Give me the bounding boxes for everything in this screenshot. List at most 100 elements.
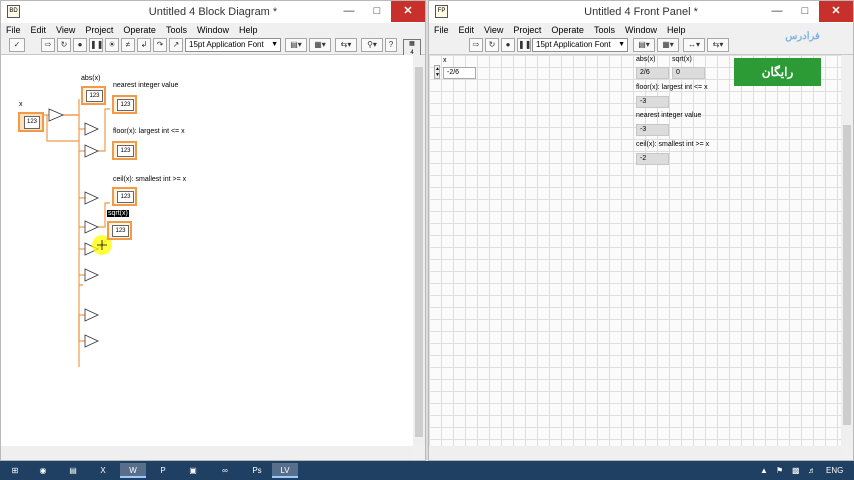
x-control[interactable]: -2/6: [443, 67, 476, 79]
run-continuously-icon[interactable]: ↻: [57, 38, 71, 52]
menu-view[interactable]: View: [51, 23, 80, 37]
distribute-objects-icon[interactable]: ▦▾: [657, 38, 679, 52]
minimize-button[interactable]: —: [335, 1, 363, 22]
vertical-scrollbar[interactable]: [413, 55, 425, 446]
menu-tools[interactable]: Tools: [589, 23, 620, 37]
scroll-thumb[interactable]: [843, 125, 851, 425]
ceil-label: ceil(x): smallest int >= x: [636, 141, 710, 148]
maximize-button[interactable]: □: [791, 1, 819, 22]
x-control-terminal[interactable]: [18, 112, 44, 132]
increment-decrement-icon[interactable]: ▲ ▼: [434, 65, 440, 79]
explorer-icon[interactable]: ▤: [60, 463, 86, 478]
menu-operate[interactable]: Operate: [118, 23, 161, 37]
maximize-button[interactable]: □: [363, 1, 391, 22]
distribute-objects-icon[interactable]: ▦▾: [309, 38, 331, 52]
reorder-icon[interactable]: ⇆▾: [707, 38, 729, 52]
powerpoint-icon[interactable]: P: [150, 463, 176, 478]
nearest-terminal[interactable]: [112, 95, 137, 114]
excel-icon[interactable]: X: [90, 463, 116, 478]
nearest-indicator: -3: [636, 124, 669, 136]
menu-edit[interactable]: Edit: [26, 23, 52, 37]
floor-terminal[interactable]: [112, 141, 137, 160]
pause-icon[interactable]: ❚❚: [89, 38, 103, 52]
checkmark-icon[interactable]: ✓: [9, 38, 25, 52]
word-icon[interactable]: W: [120, 463, 146, 478]
sqrt-label: sqrt(x): [672, 56, 692, 63]
menu-view[interactable]: View: [479, 23, 508, 37]
app-icon[interactable]: ▣: [180, 463, 206, 478]
round-node: [84, 122, 99, 136]
close-button[interactable]: ✕: [391, 1, 425, 22]
abs-label: abs(x): [636, 56, 656, 63]
pause-icon[interactable]: ❚❚: [517, 38, 531, 52]
reorder-icon[interactable]: ⇆▾: [335, 38, 357, 52]
promo-badge: رایگان: [734, 58, 821, 86]
vertical-scrollbar[interactable]: [841, 55, 853, 446]
ceil-terminal[interactable]: [112, 187, 137, 206]
font-select[interactable]: 15pt Application Font ▼: [532, 38, 628, 52]
abort-icon[interactable]: ●: [501, 38, 515, 52]
language-indicator[interactable]: ENG: [826, 464, 843, 477]
highlight-execution-icon[interactable]: ☀: [105, 38, 119, 52]
retain-wire-values-icon[interactable]: ≠: [121, 38, 135, 52]
menu-project[interactable]: Project: [508, 23, 546, 37]
step-over-icon[interactable]: ↷: [153, 38, 167, 52]
floor-label: floor(x): largest int <= x: [113, 128, 185, 135]
abort-icon[interactable]: ●: [73, 38, 87, 52]
align-objects-icon[interactable]: ▤▾: [285, 38, 307, 52]
menu-project[interactable]: Project: [80, 23, 118, 37]
block-diagram-toolbar: ✓ ⇨ ↻ ● ❚❚ ☀ ≠ ↲ ↷ ↗ 15pt Application Fo…: [1, 37, 425, 59]
labview-icon[interactable]: LV: [272, 463, 298, 478]
nearest-label: nearest integer value: [636, 112, 702, 119]
abs-label: abs(x): [81, 75, 101, 82]
network-icon[interactable]: ▩: [792, 464, 800, 477]
menu-operate[interactable]: Operate: [546, 23, 589, 37]
floor-label: floor(x): largest int <= x: [636, 84, 708, 91]
sqrt-label: sqrt(x): [107, 210, 129, 217]
block-diagram-titlebar: BD Untitled 4 Block Diagram * — □ ✕: [1, 1, 425, 23]
front-panel-canvas[interactable]: x -2/6 abs(x) 2/6 sqrt(x) 0 floor(x): la…: [429, 55, 841, 446]
flag-icon[interactable]: ⚑: [776, 464, 783, 477]
resize-objects-icon[interactable]: ↔▾: [683, 38, 705, 52]
block-diagram-canvas[interactable]: x abs(x) nearest integer value floor(x):…: [1, 55, 413, 446]
menu-window[interactable]: Window: [620, 23, 662, 37]
close-button[interactable]: ✕: [819, 1, 853, 22]
font-select-value: 15pt Application Font: [189, 40, 264, 49]
font-select[interactable]: 15pt Application Font ▼: [185, 38, 281, 52]
visualstudio-icon[interactable]: ∞: [212, 463, 238, 478]
block-diagram-window: BD Untitled 4 Block Diagram * — □ ✕ File…: [0, 0, 426, 461]
chevron-down-icon: ▼: [618, 41, 625, 48]
font-select-value: 15pt Application Font: [536, 40, 611, 49]
chrome-icon[interactable]: ◉: [30, 463, 56, 478]
run-continuously-icon[interactable]: ↻: [485, 38, 499, 52]
tray-arrow-icon[interactable]: ▲: [760, 464, 768, 477]
wire-to-node-7: [78, 285, 85, 342]
menu-help[interactable]: Help: [662, 23, 691, 37]
menu-window[interactable]: Window: [192, 23, 234, 37]
run-arrow-icon[interactable]: ⇨: [41, 38, 55, 52]
menu-file[interactable]: File: [429, 23, 454, 37]
horizontal-scrollbar[interactable]: [1, 446, 413, 460]
menu-help[interactable]: Help: [234, 23, 263, 37]
wire-neg-to-abs: [63, 99, 80, 116]
menu-file[interactable]: File: [1, 23, 26, 37]
align-objects-icon[interactable]: ▤▾: [633, 38, 655, 52]
step-into-icon[interactable]: ↲: [137, 38, 151, 52]
menu-edit[interactable]: Edit: [454, 23, 480, 37]
scroll-thumb[interactable]: [415, 67, 423, 437]
x-label: x: [19, 101, 23, 108]
sign-node: [84, 334, 99, 348]
photoshop-icon[interactable]: Ps: [244, 463, 270, 478]
search-icon[interactable]: ⚲▾: [361, 38, 383, 52]
start-icon[interactable]: ⊞: [2, 463, 28, 478]
abs-terminal[interactable]: [81, 86, 106, 105]
sqrt-terminal[interactable]: [107, 221, 132, 240]
menu-tools[interactable]: Tools: [161, 23, 192, 37]
step-out-icon[interactable]: ↗: [169, 38, 183, 52]
run-arrow-icon[interactable]: ⇨: [469, 38, 483, 52]
horizontal-scrollbar[interactable]: [429, 446, 841, 460]
help-icon[interactable]: ?: [385, 38, 397, 52]
minimize-button[interactable]: —: [763, 1, 791, 22]
front-panel-titlebar: FP Untitled 4 Front Panel * — □ ✕: [429, 1, 853, 23]
volume-icon[interactable]: ♬: [808, 464, 816, 477]
